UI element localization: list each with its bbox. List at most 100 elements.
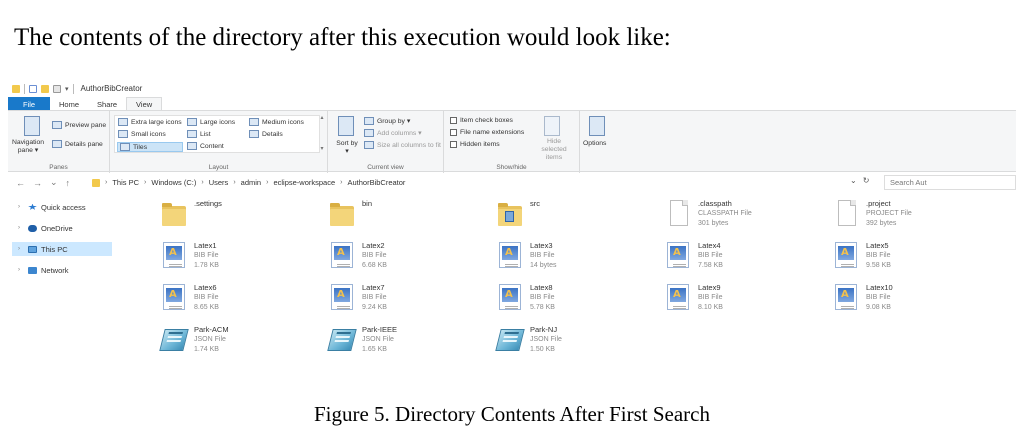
document-heading: The contents of the directory after this…: [14, 24, 671, 51]
file-size: 8.10 KB: [698, 304, 723, 311]
chevron-right-icon[interactable]: ›: [18, 246, 24, 252]
file-tile[interactable]: .settings: [160, 198, 328, 236]
nav-item-onedrive[interactable]: › OneDrive: [12, 221, 112, 235]
chevron-right-icon[interactable]: ›: [18, 204, 24, 210]
nav-item-label: Network: [41, 265, 69, 275]
chevron-right-icon[interactable]: ›: [18, 267, 24, 273]
file-tile[interactable]: A Latex1 BIB File 1.78 KB: [160, 240, 328, 278]
navigation-pane-button[interactable]: Navigation pane ▾: [10, 139, 46, 155]
forward-icon[interactable]: →: [33, 178, 42, 188]
nav-item-network[interactable]: › Network: [12, 263, 112, 277]
file-type: BIB File: [194, 294, 219, 301]
group-by-button[interactable]: Group by ▾: [364, 117, 410, 125]
refresh-icon[interactable]: ↻: [863, 176, 870, 185]
customize-toolbar-icon[interactable]: [53, 84, 61, 93]
breadcrumb-eclipse-workspace[interactable]: eclipse-workspace: [273, 178, 335, 187]
options-button[interactable]: Options: [583, 140, 606, 147]
details-pane-button[interactable]: Details pane: [52, 140, 103, 148]
file-name: Latex7: [362, 283, 385, 292]
up-icon[interactable]: ↑: [66, 178, 71, 188]
preview-pane-button[interactable]: Preview pane: [52, 121, 106, 129]
size-all-columns-button[interactable]: Size all columns to fit: [364, 141, 441, 149]
options-icon: [589, 116, 605, 136]
file-tile-text: Latex10 BIB File 9.08 KB: [866, 282, 893, 313]
medium-icons-option[interactable]: Medium icons: [249, 118, 304, 126]
scroll-down-icon[interactable]: ▾: [320, 145, 323, 152]
small-icons-option[interactable]: Small icons: [118, 130, 166, 138]
file-tile[interactable]: A Latex2 BIB File 6.68 KB: [328, 240, 496, 278]
list-label: List: [200, 130, 211, 138]
sort-by-button[interactable]: Sort by ▾: [334, 140, 360, 156]
breadcrumb-this-pc[interactable]: This PC: [112, 178, 139, 187]
tab-home[interactable]: Home: [50, 97, 88, 111]
details-option[interactable]: Details: [249, 130, 283, 138]
bib-file-icon: A: [160, 240, 188, 274]
bib-file-icon: A: [160, 282, 188, 316]
file-tile[interactable]: .classpath CLASSPATH File 301 bytes: [664, 198, 832, 236]
group-label-layout: Layout: [208, 164, 229, 171]
file-tile[interactable]: A Latex9 BIB File 8.10 KB: [664, 282, 832, 320]
file-tile[interactable]: A Latex10 BIB File 9.08 KB: [832, 282, 1000, 320]
back-icon[interactable]: ←: [16, 178, 25, 188]
file-name: Park-ACM: [194, 325, 229, 334]
scroll-up-icon[interactable]: ▴: [320, 114, 323, 121]
file-tile[interactable]: A Latex3 BIB File 14 bytes: [496, 240, 664, 278]
folder-icon: [328, 198, 356, 232]
file-tile[interactable]: .project PROJECT File 392 bytes: [832, 198, 1000, 236]
tab-view[interactable]: View: [126, 97, 163, 111]
hide-selected-items-button[interactable]: Hide selected items: [534, 138, 574, 162]
nav-item-label: OneDrive: [41, 223, 73, 233]
quick-access-dropdown-icon[interactable]: ▾: [65, 85, 69, 93]
chevron-right-icon[interactable]: ›: [18, 225, 24, 231]
nav-item-quick-access[interactable]: › Quick access: [12, 200, 112, 214]
properties-check-icon[interactable]: [29, 84, 37, 93]
window-title: AuthorBibCreator: [80, 84, 143, 93]
file-tile[interactable]: bin: [328, 198, 496, 236]
star-icon: [28, 203, 37, 210]
tab-file[interactable]: File: [8, 97, 50, 111]
add-columns-button[interactable]: Add columns ▾: [364, 129, 422, 137]
file-tile[interactable]: src: [496, 198, 664, 236]
new-folder-icon[interactable]: [41, 84, 49, 93]
file-type: BIB File: [698, 252, 723, 259]
extra-large-icons-option[interactable]: Extra large icons: [118, 118, 182, 126]
hidden-items-checkbox[interactable]: [450, 141, 457, 148]
breadcrumb-windows-c[interactable]: Windows (C:): [151, 178, 196, 187]
file-tile[interactable]: Park-ACM JSON File 1.74 KB: [159, 324, 328, 362]
tab-share[interactable]: Share: [88, 97, 126, 111]
breadcrumb-authorbibcreator[interactable]: AuthorBibCreator: [347, 178, 405, 187]
breadcrumb-users[interactable]: Users: [209, 178, 229, 187]
file-tile[interactable]: A Latex7 BIB File 9.24 KB: [328, 282, 496, 320]
options-group: Options: [580, 111, 614, 173]
file-tile[interactable]: A Latex8 BIB File 5.78 KB: [496, 282, 664, 320]
large-icons-option[interactable]: Large icons: [187, 118, 235, 126]
file-tile[interactable]: A Latex4 BIB File 7.58 KB: [664, 240, 832, 278]
recent-locations-icon[interactable]: ⌄: [50, 177, 58, 188]
file-tile[interactable]: Park-IEEE JSON File 1.65 KB: [327, 324, 496, 362]
address-controls: ⌄ ↻: [850, 176, 869, 185]
chevron-down-icon[interactable]: ⌄: [850, 176, 857, 185]
content-option[interactable]: Content: [187, 142, 224, 150]
figure-caption: Figure 5. Directory Contents After First…: [313, 402, 710, 426]
nav-item-label: Quick access: [41, 202, 86, 212]
file-tile[interactable]: A Latex6 BIB File 8.65 KB: [160, 282, 328, 320]
hidden-items-toggle[interactable]: Hidden items: [450, 141, 500, 148]
breadcrumb-admin[interactable]: admin: [241, 178, 261, 187]
file-name-extensions-toggle[interactable]: File name extensions: [450, 129, 524, 136]
breadcrumb[interactable]: › This PC › Windows (C:) › Users › admin…: [92, 175, 876, 190]
file-tile[interactable]: Park-NJ JSON File 1.50 KB: [495, 324, 664, 362]
layout-gallery-scroll[interactable]: ▴ ▾: [319, 114, 325, 152]
file-tile[interactable]: A Latex5 BIB File 9.58 KB: [832, 240, 1000, 278]
item-check-boxes-checkbox[interactable]: [450, 117, 457, 124]
medium-icons-label: Medium icons: [262, 118, 304, 126]
nav-item-this-pc[interactable]: › This PC: [12, 242, 112, 256]
list-option[interactable]: List: [187, 130, 211, 138]
bib-file-icon: A: [832, 240, 860, 274]
file-tile-text: Latex3 BIB File 14 bytes: [530, 240, 556, 271]
file-name-extensions-checkbox[interactable]: [450, 129, 457, 136]
search-input[interactable]: Search Aut: [884, 175, 1016, 190]
file-tile-text: Latex9 BIB File 8.10 KB: [698, 282, 723, 313]
item-check-boxes-toggle[interactable]: Item check boxes: [450, 117, 513, 124]
tiles-option[interactable]: Tiles: [117, 142, 183, 152]
json-file-icon: [327, 324, 357, 358]
